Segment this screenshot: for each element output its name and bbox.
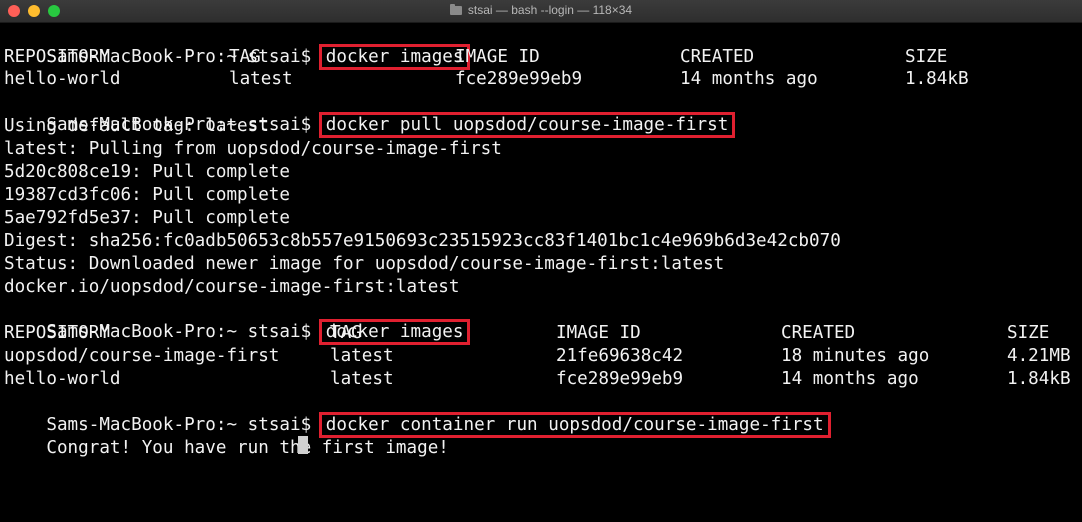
cell-repository: hello-world <box>4 369 121 389</box>
table-header: REPOSITORY TAG IMAGE ID CREATED SIZE <box>4 322 1049 344</box>
folder-icon <box>449 4 462 15</box>
col-repository: REPOSITORY <box>4 323 110 343</box>
output-line: Status: Downloaded newer image for uopsd… <box>4 254 725 274</box>
prompt-line: Sams-MacBook-Pro:~ stsai$ docker contain… <box>4 392 831 438</box>
col-size: SIZE <box>1007 323 1050 343</box>
prompt-line: Sams-MacBook-Pro:~ stsai$ docker pull uo… <box>4 92 736 138</box>
prompt-line: Sams-MacBook-Pro:~ stsai$ docker images <box>4 24 471 70</box>
col-tag: TAG <box>330 323 362 343</box>
command-highlight: docker images <box>318 44 471 70</box>
output-line: 5ae792fd5e37: Pull complete <box>4 208 290 228</box>
cell-size: 1.84kB <box>905 69 969 89</box>
output-line: 5d20c808ce19: Pull complete <box>4 162 290 182</box>
table-row: hello-world latest fce289e99eb9 14 month… <box>4 368 1071 390</box>
output-line: latest: Pulling from uopsdod/course-imag… <box>4 139 502 159</box>
output-line: docker.io/uopsdod/course-image-first:lat… <box>4 277 460 297</box>
cell-image-id: 21fe69638c42 <box>556 346 684 366</box>
col-created: CREATED <box>781 323 856 343</box>
cell-image-id: fce289e99eb9 <box>455 69 583 89</box>
command-highlight: docker pull uopsdod/course-image-first <box>318 112 736 138</box>
cell-tag: latest <box>330 346 394 366</box>
col-tag: TAG <box>229 47 261 67</box>
cell-created: 14 months ago <box>781 369 919 389</box>
terminal-output[interactable]: Sams-MacBook-Pro:~ stsai$ docker images … <box>4 24 1082 458</box>
cell-created: 14 months ago <box>680 69 818 89</box>
table-header: REPOSITORY TAG IMAGE ID CREATED SIZE <box>4 46 947 68</box>
output-line: Using default tag: latest <box>4 116 269 136</box>
col-size: SIZE <box>905 47 948 67</box>
cell-size: 1.84kB <box>1007 369 1071 389</box>
window-title: stsai — bash --login — 118×34 <box>467 3 633 17</box>
output-line: 19387cd3fc06: Pull complete <box>4 185 290 205</box>
table-row: uopsdod/course-image-first latest 21fe69… <box>4 345 1071 367</box>
cell-repository: uopsdod/course-image-first <box>4 346 280 366</box>
col-image-id: IMAGE ID <box>556 323 641 343</box>
col-image-id: IMAGE ID <box>455 47 540 67</box>
cell-repository: hello-world <box>4 69 121 89</box>
col-created: CREATED <box>680 47 755 67</box>
cell-tag: latest <box>330 369 394 389</box>
table-row: hello-world latest fce289e99eb9 14 month… <box>4 68 969 90</box>
cell-size: 4.21MB <box>1007 346 1071 366</box>
output-line: Digest: sha256:fc0adb50653c8b557e9150693… <box>4 231 841 251</box>
cell-created: 18 minutes ago <box>781 346 930 366</box>
text-cursor <box>298 436 308 454</box>
col-repository: REPOSITORY <box>4 47 110 67</box>
output-line: Congrat! You have run the first image! <box>4 415 449 458</box>
prompt-line: Sams-MacBook-Pro:~ stsai$ docker images <box>4 299 471 345</box>
run-output: Congrat! You have run the first image! <box>46 438 449 458</box>
cell-tag: latest <box>229 69 293 89</box>
window-titlebar: stsai — bash --login — 118×34 <box>0 0 1082 23</box>
cell-image-id: fce289e99eb9 <box>556 369 684 389</box>
window-title-area: stsai — bash --login — 118×34 <box>0 3 1082 17</box>
